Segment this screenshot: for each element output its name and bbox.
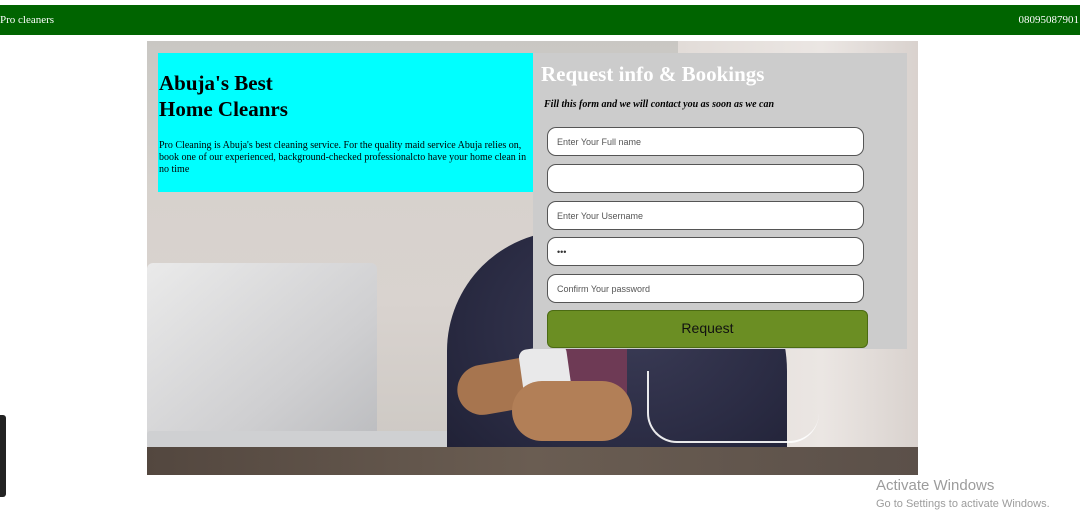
- cable-image: [647, 371, 819, 443]
- form-title: Request info & Bookings: [541, 62, 765, 86]
- top-navbar: Pro cleaners 08095087901: [0, 5, 1080, 35]
- hand-image: [512, 381, 632, 441]
- laptop-base-image: [147, 431, 487, 447]
- brand-name[interactable]: Pro cleaners: [0, 5, 54, 35]
- activate-windows-hint: Go to Settings to activate Windows.: [876, 498, 1050, 510]
- email-input[interactable]: [547, 164, 864, 193]
- username-input[interactable]: [547, 201, 864, 230]
- booking-form: Request info & Bookings Fill this form a…: [533, 53, 907, 349]
- phone-number: 08095087901: [1018, 14, 1080, 26]
- activate-windows-title: Activate Windows: [876, 477, 995, 494]
- form-subtitle: Fill this form and we will contact you a…: [544, 99, 775, 110]
- full-name-input[interactable]: [547, 127, 864, 156]
- side-feedback-tab[interactable]: [0, 415, 6, 497]
- confirm-password-input[interactable]: [547, 274, 864, 303]
- hero-description: Pro Cleaning is Abuja's best cleaning se…: [159, 140, 527, 175]
- request-button[interactable]: Request: [547, 310, 868, 348]
- password-input[interactable]: [547, 237, 864, 266]
- hero-heading: Abuja's Best Home Cleanrs: [159, 71, 288, 121]
- desk-image: [147, 447, 918, 475]
- intro-panel: Abuja's Best Home Cleanrs Pro Cleaning i…: [158, 53, 533, 192]
- windows-activation-watermark: Activate Windows Go to Settings to activ…: [876, 477, 1050, 511]
